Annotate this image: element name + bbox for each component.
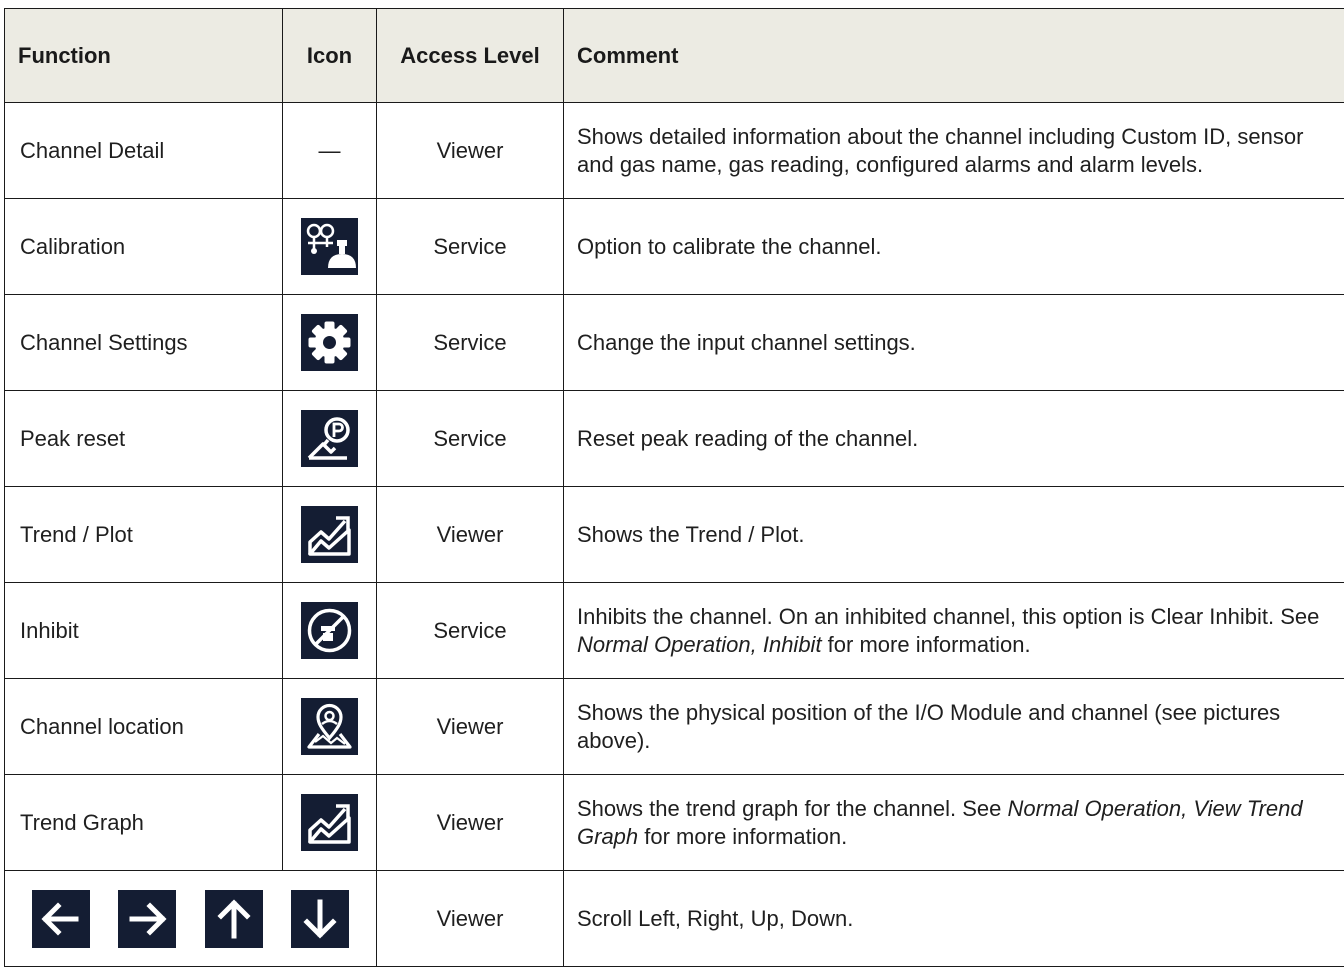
gear-icon xyxy=(301,314,358,371)
icon-cell xyxy=(282,198,377,295)
functions-table: Function Icon Access Level Comment Chann… xyxy=(4,8,1344,967)
access-level-cell: Service xyxy=(376,582,564,679)
access-level-cell: Viewer xyxy=(376,102,564,199)
icon-cell xyxy=(282,390,377,487)
icon-cell xyxy=(282,486,377,583)
table-row: Trend / Plot Viewer Shows the Trend / Pl… xyxy=(4,486,1344,583)
header-row: Function Icon Access Level Comment xyxy=(4,8,1344,103)
access-level-cell: Service xyxy=(376,294,564,391)
comment-cell: Shows detailed information about the cha… xyxy=(563,102,1344,199)
header-comment: Comment xyxy=(563,8,1344,103)
arrow-icons-cell xyxy=(4,870,377,967)
location-icon xyxy=(301,698,358,755)
comment-cell: Shows the physical position of the I/O M… xyxy=(563,678,1344,775)
calibration-icon xyxy=(301,218,358,275)
access-level-cell: Viewer xyxy=(376,870,564,967)
arrow-down-icon xyxy=(290,889,349,948)
comment-cell: Shows the Trend / Plot. xyxy=(563,486,1344,583)
function-cell: Inhibit xyxy=(4,582,283,679)
function-cell: Channel Detail xyxy=(4,102,283,199)
comment-cell: Reset peak reading of the channel. xyxy=(563,390,1344,487)
trend-icon xyxy=(301,506,358,563)
table-row: Channel location Viewer Shows the physic… xyxy=(4,678,1344,775)
function-cell: Trend / Plot xyxy=(4,486,283,583)
peak-reset-icon xyxy=(301,410,358,467)
access-level-cell: Viewer xyxy=(376,486,564,583)
function-cell: Peak reset xyxy=(4,390,283,487)
table-row: Trend Graph Viewer Shows the trend graph… xyxy=(4,774,1344,871)
icon-cell xyxy=(282,582,377,679)
arrow-left-icon xyxy=(32,889,91,948)
inhibit-icon xyxy=(301,602,358,659)
function-cell: Calibration xyxy=(4,198,283,295)
access-level-cell: Service xyxy=(376,198,564,295)
icon-cell: — xyxy=(282,102,377,199)
dash-placeholder: — xyxy=(318,137,341,163)
table-row: Viewer Scroll Left, Right, Up, Down. xyxy=(4,870,1344,967)
comment-text: for more information. xyxy=(821,631,1031,657)
comment-cell: Change the input channel settings. xyxy=(563,294,1344,391)
trend-graph-icon xyxy=(301,794,358,851)
header-icon: Icon xyxy=(282,8,377,103)
icon-cell xyxy=(282,774,377,871)
function-cell: Trend Graph xyxy=(4,774,283,871)
comment-cell: Inhibits the channel. On an inhibited ch… xyxy=(563,582,1344,679)
comment-text: for more information. xyxy=(638,823,848,849)
comment-text: Shows the trend graph for the channel. S… xyxy=(577,795,1008,821)
table-row: Channel Settings Service Change the inpu… xyxy=(4,294,1344,391)
table-row: Channel Detail — Viewer Shows detailed i… xyxy=(4,102,1344,199)
comment-cell: Scroll Left, Right, Up, Down. xyxy=(563,870,1344,967)
header-function: Function xyxy=(4,8,283,103)
function-cell: Channel Settings xyxy=(4,294,283,391)
icon-cell xyxy=(282,678,377,775)
comment-cell: Shows the trend graph for the channel. S… xyxy=(563,774,1344,871)
access-level-cell: Viewer xyxy=(376,678,564,775)
comment-cell: Option to calibrate the channel. xyxy=(563,198,1344,295)
arrow-right-icon xyxy=(118,889,177,948)
table-row: Peak reset Service Reset peak reading of… xyxy=(4,390,1344,487)
access-level-cell: Service xyxy=(376,390,564,487)
function-cell: Channel location xyxy=(4,678,283,775)
table-row: Inhibit Service Inhibits the channel. On… xyxy=(4,582,1344,679)
comment-text: Inhibits the channel. On an inhibited ch… xyxy=(577,603,1320,629)
access-level-cell: Viewer xyxy=(376,774,564,871)
icon-cell xyxy=(282,294,377,391)
table-row: Calibration Service Option to calibrate … xyxy=(4,198,1344,295)
arrow-up-icon xyxy=(204,889,263,948)
header-access-level: Access Level xyxy=(376,8,564,103)
comment-reference: Normal Operation, Inhibit xyxy=(577,631,822,657)
